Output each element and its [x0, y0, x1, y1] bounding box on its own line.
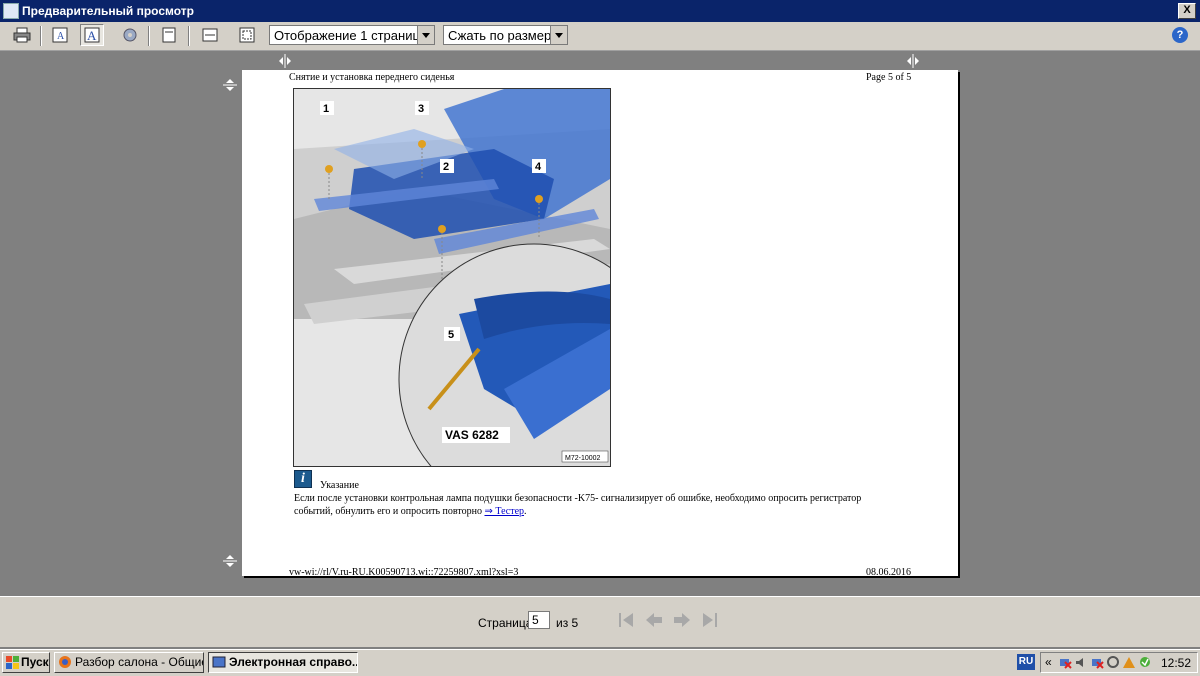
taskbar-item-label: Разбор салона - Общие... [75, 655, 204, 669]
info-icon: i [294, 470, 312, 488]
svg-text:A: A [57, 31, 65, 42]
callout-3: 3 [418, 103, 424, 115]
page-footer-date: 08.06.2016 [866, 567, 911, 578]
note-text-line2-body: событий, обнулить его и опросить повторн… [294, 506, 482, 517]
chevron-down-icon[interactable] [550, 26, 567, 44]
sync-icon[interactable] [1107, 656, 1120, 669]
volume-icon[interactable] [1075, 656, 1088, 669]
last-page-icon[interactable] [700, 610, 720, 630]
page-total-label: из 5 [556, 616, 579, 630]
first-page-icon[interactable] [616, 610, 636, 630]
network-disconnected-icon[interactable] [1059, 656, 1072, 669]
update-icon[interactable] [1139, 656, 1152, 669]
language-indicator[interactable]: RU [1017, 654, 1035, 670]
firefox-icon [59, 656, 71, 668]
preview-app-icon [3, 3, 19, 19]
taskbar-item-label: Электронная справо... [229, 655, 358, 669]
fit-width-button[interactable] [198, 24, 222, 46]
taskbar-item-help-app[interactable]: Электронная справо... [208, 652, 358, 673]
right-margin-marker-icon[interactable] [906, 54, 920, 68]
page-label: Страница [478, 616, 533, 630]
page-header-title: Снятие и установка переднего сиденья [289, 72, 455, 83]
fit-page-icon [239, 27, 255, 43]
security-alert-icon[interactable] [1123, 656, 1136, 669]
toolbar-separator [188, 26, 190, 46]
chevron-down-icon[interactable] [417, 26, 434, 44]
note-text-line2-end: . [524, 506, 527, 517]
window-title: Предварительный просмотр [22, 4, 194, 18]
page-number-header: Page 5 of 5 [866, 72, 912, 83]
toolbar-separator [40, 26, 42, 46]
note-text-line2: событий, обнулить его и опросить повторн… [294, 506, 527, 517]
network-warning-icon[interactable] [1091, 656, 1104, 669]
clock: 12:52 [1160, 656, 1191, 670]
font-larger-button[interactable]: A [80, 24, 104, 46]
taskbar: Пуск Разбор салона - Общие... Электронна… [0, 649, 1200, 676]
toolbar: A A Отображение 1 страницы Сжать по разм… [0, 22, 1200, 51]
view-mode-value: Отображение 1 страницы [274, 28, 430, 43]
callout-4: 4 [535, 161, 542, 173]
gear-icon [123, 28, 137, 42]
taskbar-item-browser[interactable]: Разбор салона - Общие... [54, 652, 204, 673]
previous-page-icon[interactable] [644, 610, 664, 630]
windows-flag-icon [6, 656, 19, 669]
font-smaller-button[interactable]: A [48, 24, 72, 46]
figure-code: M72-10002 [565, 455, 601, 462]
seat-illustration: 1 3 2 4 5 VAS 6282 M72-10002 [293, 88, 611, 467]
tester-link[interactable]: ⇒ Тестер [484, 506, 524, 517]
next-page-icon[interactable] [672, 610, 692, 630]
callout-5: 5 [448, 329, 454, 341]
note-text-line1: Если после установки контрольная лампа п… [294, 493, 862, 504]
vas-tool-label: VAS 6282 [445, 428, 499, 442]
font-a-icon: A [52, 27, 68, 43]
top-margin-marker-icon[interactable] [223, 78, 237, 92]
start-label: Пуск [21, 655, 49, 669]
page-footer-url: vw-wi://rl/V.ru-RU.K00590713.wi::7225980… [289, 567, 519, 578]
svg-text:A: A [87, 28, 97, 43]
help-button[interactable]: ? [1172, 27, 1188, 43]
title-bar: Предварительный просмотр X [0, 0, 1200, 22]
font-a-large-icon: A [84, 27, 100, 43]
view-mode-select[interactable]: Отображение 1 страницы [269, 25, 435, 45]
page-number-input[interactable]: 5 [528, 611, 550, 629]
callout-2: 2 [443, 161, 449, 173]
help-app-icon [212, 656, 226, 668]
close-button[interactable]: X [1178, 3, 1196, 19]
toolbar-separator [148, 26, 150, 46]
start-button[interactable]: Пуск [2, 652, 50, 673]
zoom-mode-value: Сжать по размеру [448, 28, 558, 43]
pager-bar: Страница 5 из 5 [0, 596, 1200, 647]
note-title: Указание [320, 480, 359, 491]
printer-icon [13, 27, 31, 43]
left-margin-marker-icon[interactable] [278, 54, 292, 68]
fit-page-button[interactable] [235, 24, 259, 46]
fit-width-icon [202, 28, 218, 42]
page-icon [162, 27, 176, 43]
bottom-margin-marker-icon[interactable] [223, 554, 237, 568]
callout-1: 1 [323, 103, 329, 115]
seat-diagram: 1 3 2 4 5 VAS 6282 M72-10002 [294, 89, 610, 466]
system-tray: « 12:52 [1040, 652, 1198, 673]
tray-expand-icon[interactable]: « [1045, 655, 1052, 669]
zoom-mode-select[interactable]: Сжать по размеру [443, 25, 568, 45]
print-button[interactable] [10, 24, 34, 46]
page-view-button[interactable] [157, 24, 181, 46]
settings-button[interactable] [118, 24, 142, 46]
